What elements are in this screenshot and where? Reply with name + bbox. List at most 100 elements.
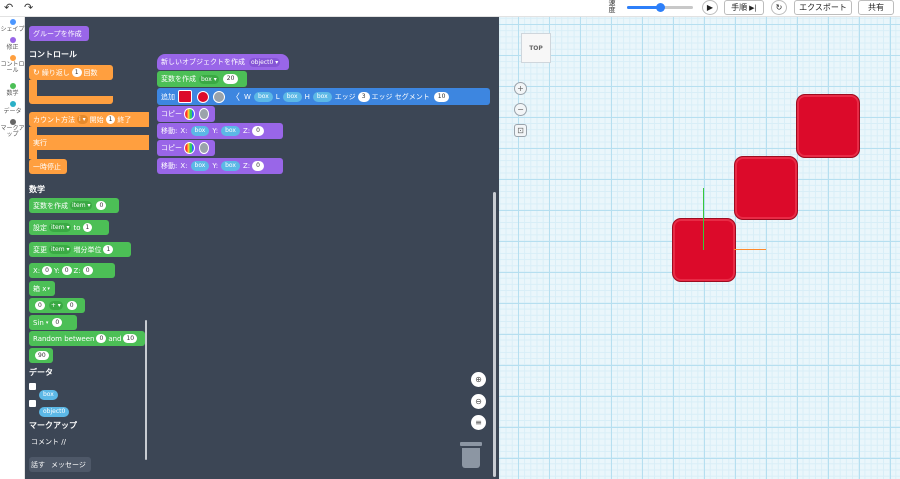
category-data[interactable]: データ — [0, 101, 25, 115]
operator-dropdown[interactable]: + ▾ — [48, 301, 63, 310]
variable-dropdown[interactable]: box ▾ — [199, 74, 219, 84]
zoom-out-button[interactable]: ⊖ — [471, 394, 486, 409]
zoom-in-button[interactable]: + — [514, 82, 527, 95]
random-block[interactable]: Random between 0 and 10 — [29, 331, 145, 346]
value-field[interactable]: 0 — [52, 318, 63, 327]
trash-icon[interactable] — [460, 442, 482, 468]
play-button[interactable]: ▶ — [702, 0, 718, 15]
z-field[interactable]: 0 — [82, 266, 93, 275]
width-field[interactable]: box — [253, 91, 273, 102]
random-min-field[interactable]: 0 — [96, 334, 107, 343]
zoom-in-button[interactable]: ⊕ — [471, 372, 486, 387]
operand-b-field[interactable]: 0 — [66, 301, 77, 310]
category-dot — [9, 83, 16, 89]
step-button[interactable]: 手順 ▶| — [724, 0, 764, 15]
number-block[interactable]: 90 — [29, 348, 53, 363]
block-workspace[interactable]: 新しいオブジェクトを作成 object0 ▾ 変数を作成 box ▾ 20 追加… — [149, 17, 499, 479]
transparent-toggle[interactable] — [198, 142, 209, 154]
arithmetic-block[interactable]: 0 + ▾ 0 — [29, 298, 85, 313]
workspace-scrollbar[interactable] — [493, 192, 496, 477]
block-label: Z: — [73, 266, 81, 275]
operand-a-field[interactable]: 0 — [35, 301, 45, 310]
3d-viewport[interactable]: TOP + − ⊡ — [499, 17, 900, 479]
move-x-field[interactable]: box — [190, 126, 210, 136]
red-cube[interactable] — [796, 94, 860, 158]
move-y-field[interactable]: box — [221, 161, 240, 171]
fit-view-button[interactable]: ⊡ — [514, 124, 527, 137]
say-block[interactable]: 話す メッセージ — [29, 457, 91, 472]
vector-x-block[interactable]: 箱 x ▾ — [29, 281, 55, 296]
palette-scrollbar[interactable] — [145, 320, 147, 460]
redo-icon[interactable]: ↷ — [24, 1, 33, 14]
data-var-object0[interactable]: object0 — [39, 398, 70, 417]
category-math[interactable]: 数学 — [0, 83, 25, 97]
value-field[interactable]: 20 — [222, 74, 239, 84]
share-button[interactable]: 共有 — [858, 0, 894, 15]
category-shapes[interactable]: シェイプ — [0, 19, 25, 33]
length-field[interactable]: box — [282, 91, 302, 102]
move-z-field[interactable]: 0 — [252, 126, 264, 136]
y-field[interactable]: 0 — [61, 266, 72, 275]
comment-block[interactable]: コメント // — [31, 437, 66, 447]
value-field[interactable]: 90 — [35, 351, 49, 360]
count-start-field[interactable]: 1 — [105, 115, 116, 124]
copy-block[interactable]: コピー — [157, 106, 215, 122]
value-field[interactable]: 1 — [82, 223, 93, 232]
change-variable-block[interactable]: 変更 item ▾ 増分単位 1 — [29, 242, 131, 257]
data-checkbox[interactable] — [29, 383, 36, 390]
speed-slider-knob[interactable] — [656, 3, 665, 12]
object-dropdown[interactable]: object0 ▾ — [249, 57, 281, 67]
category-modify[interactable]: 修正 — [0, 37, 25, 51]
create-variable-block[interactable]: 変数を作成 item ▾ 0 — [29, 198, 119, 213]
speed-slider[interactable] — [627, 3, 693, 12]
random-max-field[interactable]: 10 — [123, 334, 138, 343]
group-create-block[interactable]: グループを作成 — [29, 26, 89, 41]
value-field[interactable]: 1 — [103, 245, 114, 254]
move-y-field[interactable]: box — [221, 126, 240, 136]
copy-color-icon[interactable] — [184, 142, 195, 154]
block-label: コピー — [161, 110, 182, 118]
reset-button[interactable]: ↻ — [771, 0, 787, 15]
undo-icon[interactable]: ↶ — [4, 1, 13, 14]
view-cube[interactable]: TOP — [521, 33, 551, 63]
transparent-toggle[interactable] — [213, 90, 225, 103]
transparent-toggle[interactable] — [198, 108, 209, 120]
add-box-block[interactable]: 追加 〈 W box L box H box エッジ 3 エッジ セグメント 1… — [157, 88, 490, 105]
repeat-count-field[interactable]: 1 — [71, 68, 82, 77]
xyz-vector-block[interactable]: X: 0 Y: 0 Z: 0 — [29, 263, 115, 278]
move-z-field[interactable]: 0 — [252, 161, 264, 171]
cube-shape-icon[interactable] — [178, 90, 192, 103]
x-field[interactable]: 0 — [42, 266, 52, 275]
set-variable-block[interactable]: 設定 item ▾ to 1 — [29, 220, 109, 235]
count-var-dropdown[interactable]: i ▾ — [77, 115, 88, 124]
new-object-block[interactable]: 新しいオブジェクトを作成 object0 ▾ — [157, 54, 289, 70]
count-loop-block[interactable]: カウント方法 i ▾ 開始 1 終了 — [29, 112, 149, 127]
copy-block[interactable]: コピー — [157, 140, 215, 156]
zoom-reset-button[interactable]: ≡ — [471, 415, 486, 430]
variable-dropdown[interactable]: item ▾ — [70, 201, 93, 210]
value-field[interactable]: 0 — [96, 201, 107, 210]
move-block[interactable]: 移動: X: box Y: box Z: 0 — [157, 123, 283, 139]
category-control[interactable]: コントロール — [0, 55, 25, 74]
chevron-left-icon[interactable]: 〈 — [231, 90, 240, 103]
move-block[interactable]: 移動: X: box Y: box Z: 0 — [157, 158, 283, 174]
pause-block[interactable]: 一時停止 — [29, 159, 67, 174]
edge-field[interactable]: 3 — [357, 91, 370, 102]
height-field[interactable]: box — [312, 91, 332, 102]
zoom-out-button[interactable]: − — [514, 103, 527, 116]
category-markup[interactable]: マークアップ — [0, 119, 25, 138]
copy-color-icon[interactable] — [184, 108, 195, 120]
repeat-block[interactable]: ↻ 繰り返し 1 回数 — [29, 65, 113, 80]
variable-dropdown[interactable]: item ▾ — [49, 245, 72, 254]
dropdown-value: box — [201, 75, 212, 83]
red-cube[interactable] — [734, 156, 798, 220]
export-button[interactable]: エクスポート — [794, 0, 852, 15]
red-cube[interactable] — [672, 218, 736, 282]
sin-block[interactable]: Sin ▾ 0 — [29, 315, 77, 330]
segments-field[interactable]: 10 — [433, 91, 450, 102]
variable-dropdown[interactable]: item ▾ — [49, 223, 72, 232]
create-variable-block[interactable]: 変数を作成 box ▾ 20 — [157, 71, 247, 87]
move-x-field[interactable]: box — [190, 161, 210, 171]
color-picker[interactable] — [197, 90, 209, 103]
data-checkbox[interactable] — [29, 400, 36, 407]
